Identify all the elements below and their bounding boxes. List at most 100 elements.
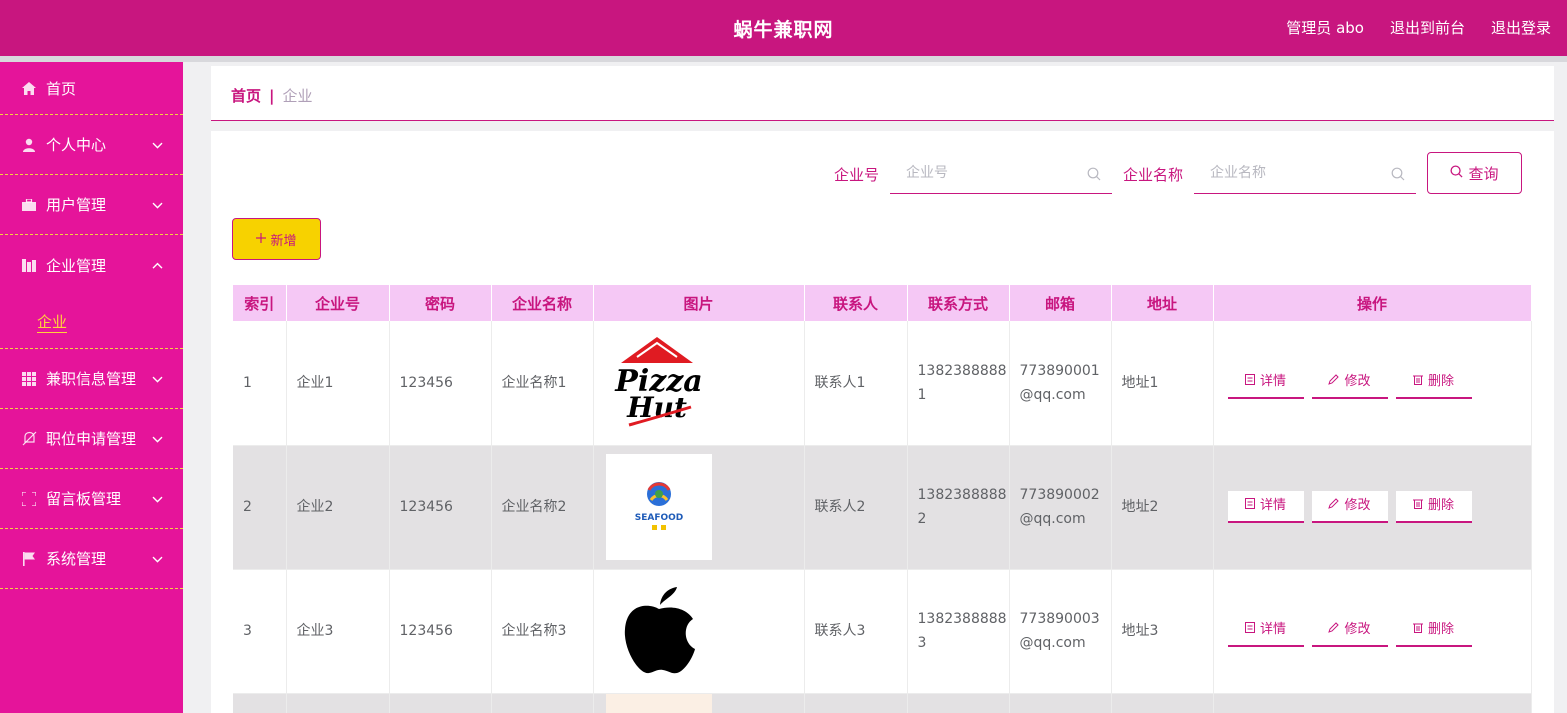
column-header: 邮箱 — [1009, 285, 1112, 321]
sidebar-item-message-board[interactable]: 留言板管理 — [0, 469, 183, 529]
pizza-hut-logo-image: Pizza Hut — [606, 330, 712, 436]
edit-button[interactable]: 修改 — [1311, 615, 1388, 647]
sidebar-item-application-management[interactable]: 职位申请管理 — [0, 409, 183, 469]
seafood-logo-image: SEAFOOD — [605, 454, 712, 560]
sidebar-subitem-company[interactable]: 企业 — [0, 295, 183, 349]
chevron-down-icon — [152, 549, 163, 567]
breadcrumb-bar: 首页 | 企业 — [211, 66, 1554, 121]
bell-off-icon — [20, 431, 38, 447]
company-table: 索引 企业号 密码 企业名称 图片 联系人 联系方式 邮箱 地址 操作 1 企业… — [233, 285, 1532, 713]
search-icon — [1087, 166, 1101, 181]
column-header: 企业号 — [286, 285, 390, 321]
column-header: 索引 — [233, 285, 287, 321]
cell-code: 企业1 — [286, 321, 390, 446]
trash-icon — [1412, 494, 1423, 518]
table-row: 2 企业2 123456 企业名称2 SEAFOOD 联系人2 13823888… — [233, 445, 1532, 570]
cell-name: 企业名称1 — [491, 321, 594, 446]
chevron-down-icon — [152, 369, 163, 387]
edit-button[interactable]: 修改 — [1311, 491, 1388, 523]
table-row: 1 企业1 123456 企业名称1 Pizza Hut 联系人1 138238… — [233, 321, 1532, 446]
chevron-up-icon — [152, 255, 163, 273]
sidebar-item-company-management[interactable]: 企业管理 — [0, 235, 183, 295]
breadcrumb-home[interactable]: 首页 — [231, 85, 261, 106]
column-header: 联系方式 — [907, 285, 1010, 321]
chevron-down-icon — [152, 489, 163, 507]
document-icon — [1244, 618, 1255, 642]
cell-actions: 详情 修改 删除 — [1213, 569, 1532, 694]
sidebar-item-system-management[interactable]: 系统管理 — [0, 529, 183, 589]
cell-address: 地址1 — [1111, 321, 1214, 446]
company-code-label: 企业号 — [834, 166, 880, 184]
search-icon — [1391, 166, 1405, 181]
detail-label: 详情 — [1259, 622, 1286, 637]
top-right-links: 管理员 abo 退出到前台 退出登录 — [1286, 17, 1551, 38]
briefcase-icon — [20, 197, 38, 213]
breadcrumb-current: 企业 — [282, 87, 313, 105]
column-header: 企业名称 — [491, 285, 594, 321]
cell-actions: 详情 修改 删除 — [1213, 445, 1532, 570]
detail-label: 详情 — [1259, 373, 1286, 389]
top-bar: 蜗牛兼职网 管理员 abo 退出到前台 退出登录 — [0, 0, 1567, 56]
back-to-front-link[interactable]: 退出到前台 — [1390, 17, 1465, 38]
table-header-row: 索引 企业号 密码 企业名称 图片 联系人 联系方式 邮箱 地址 操作 — [233, 285, 1532, 321]
column-header: 密码 — [389, 285, 492, 321]
cell-index: 3 — [233, 569, 287, 694]
cell-index: 2 — [233, 445, 287, 570]
delete-button[interactable]: 删除 — [1395, 615, 1472, 647]
admin-user-label[interactable]: 管理员 abo — [1286, 17, 1364, 38]
sidebar: 首页 个人中心 用户管理 企业管理 企业 兼职信息管理 职位申请管理 留言板管理… — [0, 62, 183, 713]
document-icon — [1244, 370, 1255, 394]
cell-password: 123456 — [389, 569, 492, 694]
cell-code: 企业2 — [286, 445, 390, 570]
cell-code: 企业3 — [286, 569, 390, 694]
add-button[interactable]: 新增 — [232, 218, 321, 260]
hut-logo-text: Hut — [626, 391, 687, 424]
cell-address — [1111, 693, 1214, 713]
sidebar-item-parttime-management[interactable]: 兼职信息管理 — [0, 349, 183, 409]
cell-index: 1 — [233, 321, 287, 446]
sidebar-item-label: 企业管理 — [46, 256, 107, 275]
delete-button[interactable]: 删除 — [1395, 366, 1472, 399]
column-header: 联系人 — [804, 285, 908, 321]
sidebar-item-user-management[interactable]: 用户管理 — [0, 175, 183, 235]
company-code-input[interactable] — [890, 152, 1112, 194]
cell-email: 773890002@qq.com — [1009, 445, 1112, 570]
table-row — [233, 693, 1532, 713]
column-header: 操作 — [1213, 285, 1532, 321]
company-name-input[interactable] — [1194, 152, 1416, 194]
cell-password: 123456 — [389, 321, 492, 446]
detail-button[interactable]: 详情 — [1227, 491, 1304, 523]
cell-address: 地址2 — [1111, 445, 1214, 570]
trash-icon — [1412, 618, 1423, 642]
sidebar-item-label: 兼职信息管理 — [46, 370, 137, 388]
seafood-logo-text: SEAFOOD — [634, 513, 683, 523]
cell-name: 企业名称2 — [491, 445, 594, 570]
edit-button[interactable]: 修改 — [1311, 366, 1388, 399]
detail-button[interactable]: 详情 — [1227, 366, 1304, 399]
cell-contact — [804, 693, 908, 713]
edit-label: 修改 — [1344, 622, 1371, 637]
cell-contact: 联系人1 — [804, 321, 908, 446]
cell-actions — [1213, 693, 1532, 713]
cell-actions: 详情 修改 删除 — [1213, 321, 1532, 446]
sidebar-item-home[interactable]: 首页 — [0, 62, 183, 115]
sidebar-item-personal-center[interactable]: 个人中心 — [0, 115, 183, 175]
edit-label: 修改 — [1344, 373, 1371, 389]
sidebar-item-label: 系统管理 — [46, 550, 107, 568]
chevron-down-icon — [152, 135, 163, 153]
detail-button[interactable]: 详情 — [1227, 615, 1304, 647]
logout-link[interactable]: 退出登录 — [1491, 17, 1551, 38]
query-button-label: 查询 — [1468, 164, 1499, 183]
delete-label: 删除 — [1427, 498, 1454, 513]
user-icon — [20, 137, 38, 153]
cell-email — [1009, 693, 1112, 713]
cell-code — [286, 693, 390, 713]
delete-button[interactable]: 删除 — [1395, 491, 1472, 523]
query-button[interactable]: 查询 — [1427, 152, 1522, 194]
edit-icon — [1328, 618, 1340, 642]
detail-label: 详情 — [1259, 498, 1286, 513]
search-icon — [1450, 164, 1464, 182]
chevron-down-icon — [152, 195, 163, 213]
delete-label: 删除 — [1427, 373, 1454, 389]
chevron-down-icon — [152, 429, 163, 447]
